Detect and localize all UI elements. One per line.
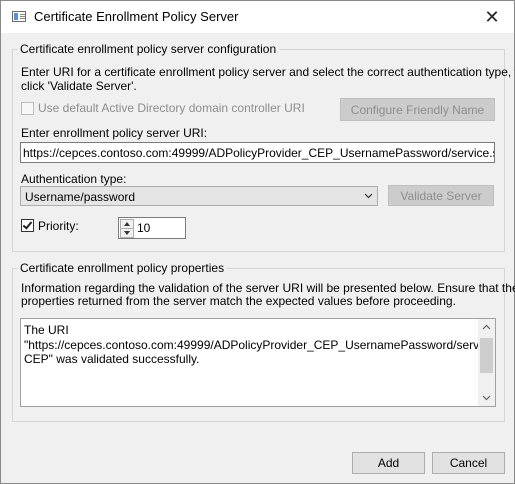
scroll-up-button[interactable] [478, 319, 495, 336]
add-button-label: Add [377, 456, 400, 470]
scrollbar-thumb[interactable] [480, 338, 493, 373]
spin-down-button[interactable] [120, 228, 134, 238]
properties-group-legend: Certificate enrollment policy properties [17, 261, 228, 275]
info-line-1: Information regarding the validation of … [21, 281, 515, 295]
add-button[interactable]: Add [352, 452, 425, 474]
checkmark-icon [22, 219, 33, 230]
dialog-window: Certificate Enrollment Policy Server ✕ C… [0, 0, 515, 484]
validation-result-box[interactable]: The URI "https://cepces.contoso.com:4999… [20, 318, 496, 407]
instructions-line-2: click 'Validate Server'. [21, 79, 137, 93]
priority-checkbox[interactable] [21, 219, 34, 232]
result-line-2: "https://cepces.contoso.com:49999/ADPoli… [24, 337, 496, 352]
use-default-ad-label: Use default Active Directory domain cont… [38, 101, 305, 115]
chevron-down-icon [364, 193, 373, 199]
chevron-down-icon [482, 395, 491, 401]
arrow-up-icon [124, 222, 130, 226]
cancel-button-label: Cancel [449, 456, 488, 470]
result-line-1: The URI [24, 323, 69, 337]
configure-friendly-name-label: Configure Friendly Name [350, 102, 485, 117]
config-group-legend: Certificate enrollment policy server con… [17, 42, 280, 56]
use-default-ad-checkbox[interactable] [21, 102, 34, 115]
validation-result-text: The URI "https://cepces.contoso.com:4999… [24, 323, 496, 367]
priority-label: Priority: [38, 219, 79, 233]
info-line-2: properties returned from the server matc… [21, 294, 456, 308]
priority-value: 10 [137, 221, 151, 235]
scroll-down-button[interactable] [478, 389, 495, 406]
uri-input[interactable]: https://cepces.contoso.com:49999/ADPolic… [20, 142, 495, 163]
vertical-scrollbar[interactable] [478, 319, 495, 406]
uri-label: Enter enrollment policy server URI: [21, 126, 208, 140]
close-button[interactable]: ✕ [470, 1, 514, 33]
title-bar: Certificate Enrollment Policy Server ✕ [1, 1, 514, 33]
close-icon: ✕ [484, 6, 500, 27]
result-line-3: CEP" was validated successfully. [24, 352, 200, 366]
priority-spinner[interactable]: 10 [118, 217, 186, 239]
chevron-up-icon [482, 324, 491, 330]
certificate-window-icon [12, 11, 26, 22]
arrow-down-icon [124, 231, 130, 235]
configure-friendly-name-button[interactable]: Configure Friendly Name [340, 98, 495, 121]
validate-server-button[interactable]: Validate Server [388, 185, 494, 206]
validate-server-label: Validate Server [400, 188, 482, 203]
auth-type-value: Username/password [25, 190, 136, 204]
auth-type-select[interactable]: Username/password [20, 186, 378, 206]
instructions-line-1: Enter URI for a certificate enrollment p… [21, 65, 515, 79]
auth-type-label: Authentication type: [21, 172, 127, 186]
cancel-button[interactable]: Cancel [432, 452, 505, 474]
uri-input-value: https://cepces.contoso.com:49999/ADPolic… [23, 146, 495, 160]
window-title: Certificate Enrollment Policy Server [34, 9, 239, 24]
